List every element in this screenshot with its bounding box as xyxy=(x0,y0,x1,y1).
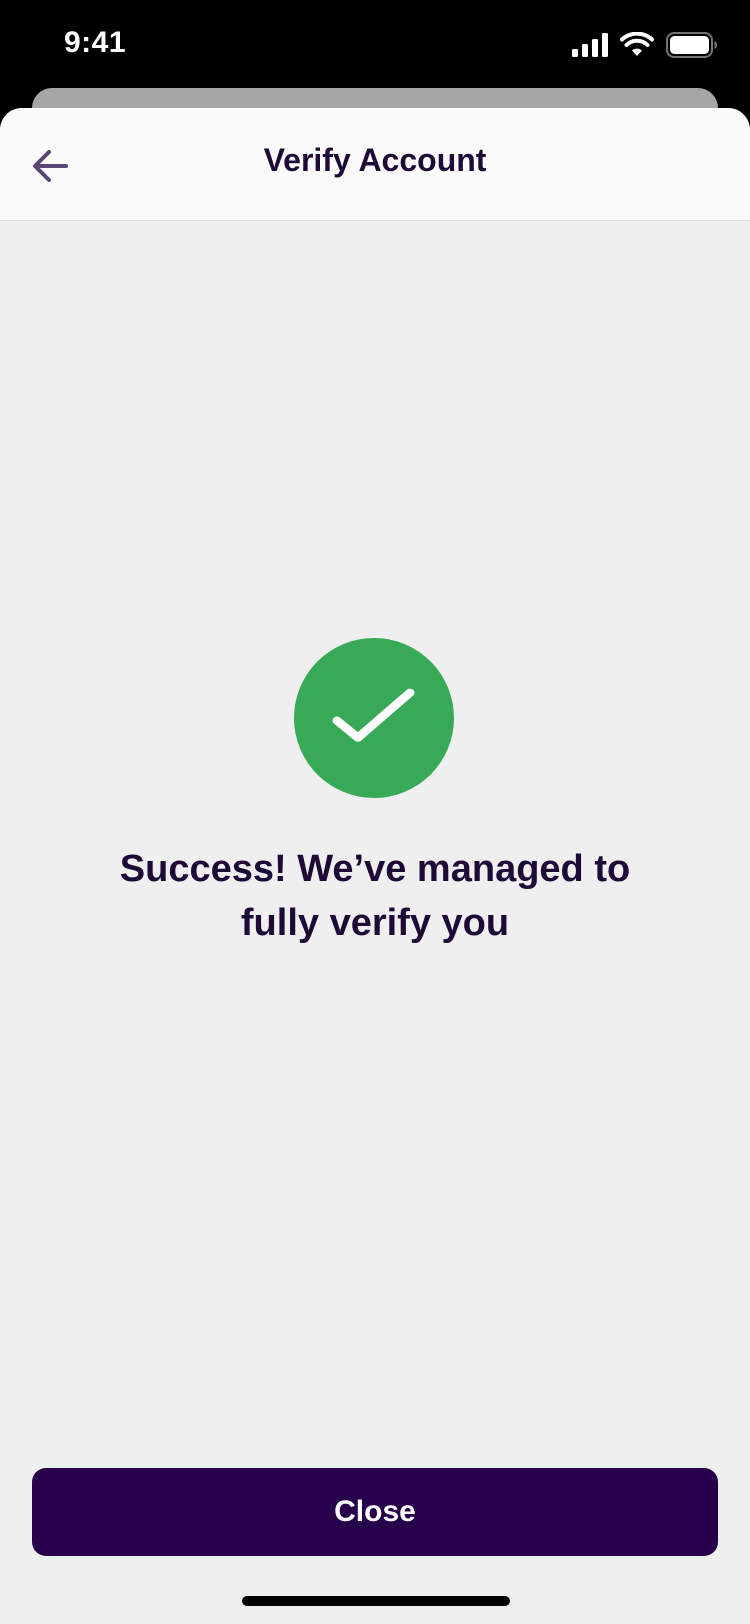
page-title: Verify Account xyxy=(263,142,487,178)
battery-icon xyxy=(666,32,717,58)
verify-account-sheet: Verify Account Success! We’ve managed to… xyxy=(0,108,750,1624)
nav-bar: Verify Account xyxy=(0,108,750,221)
success-message: Success! We’ve managed to fully verify y… xyxy=(119,848,631,944)
signal-icon xyxy=(572,33,608,57)
success-badge xyxy=(294,638,454,798)
status-time: 9:41 xyxy=(64,26,127,59)
check-icon xyxy=(332,688,415,742)
home-indicator xyxy=(242,1596,510,1606)
wifi-icon xyxy=(620,32,654,56)
close-button[interactable]: Close xyxy=(32,1468,718,1556)
screen: 9:41 Verify Account Success! We’ve manag… xyxy=(0,0,750,1624)
status-bar: 9:41 xyxy=(0,0,750,90)
status-icons xyxy=(572,30,718,60)
